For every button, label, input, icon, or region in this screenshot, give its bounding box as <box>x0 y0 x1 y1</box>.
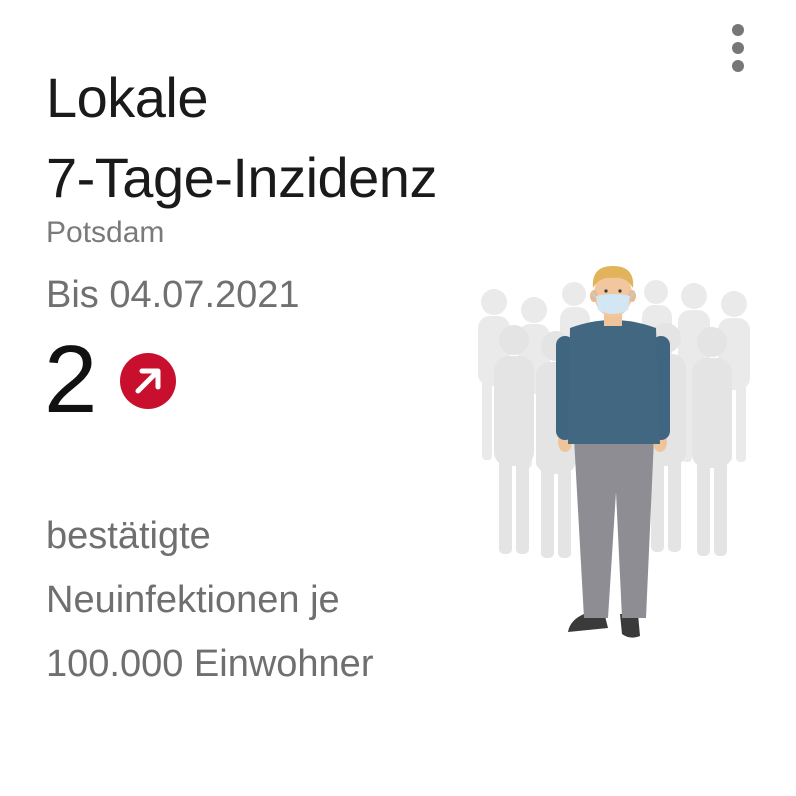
date-label: Bis 04.07.2021 <box>46 274 300 316</box>
description-line-3: 100.000 Einwohner <box>46 643 374 685</box>
trend-badge <box>120 353 176 409</box>
incidence-value: 2 <box>44 326 98 433</box>
location-label: Potsdam <box>46 216 165 249</box>
card-title-line-1: Lokale <box>46 66 209 129</box>
incidence-description: bestätigte Neuinfektionen je 100.000 Ein… <box>46 504 373 696</box>
card-title-line-2: 7-Tage-Inzidenz <box>46 146 437 209</box>
incidence-card: Lokale 7-Tage-Inzidenz Potsdam Bis 04.07… <box>0 0 796 796</box>
description-line-1: bestätigte <box>46 515 211 557</box>
description-line-2: Neuinfektionen je <box>46 579 340 621</box>
card-title: Lokale 7-Tage-Inzidenz <box>46 58 437 218</box>
arrow-up-right-icon <box>135 368 161 394</box>
more-options-button[interactable] <box>718 18 758 76</box>
masked-person-crowd-illustration <box>478 266 750 638</box>
